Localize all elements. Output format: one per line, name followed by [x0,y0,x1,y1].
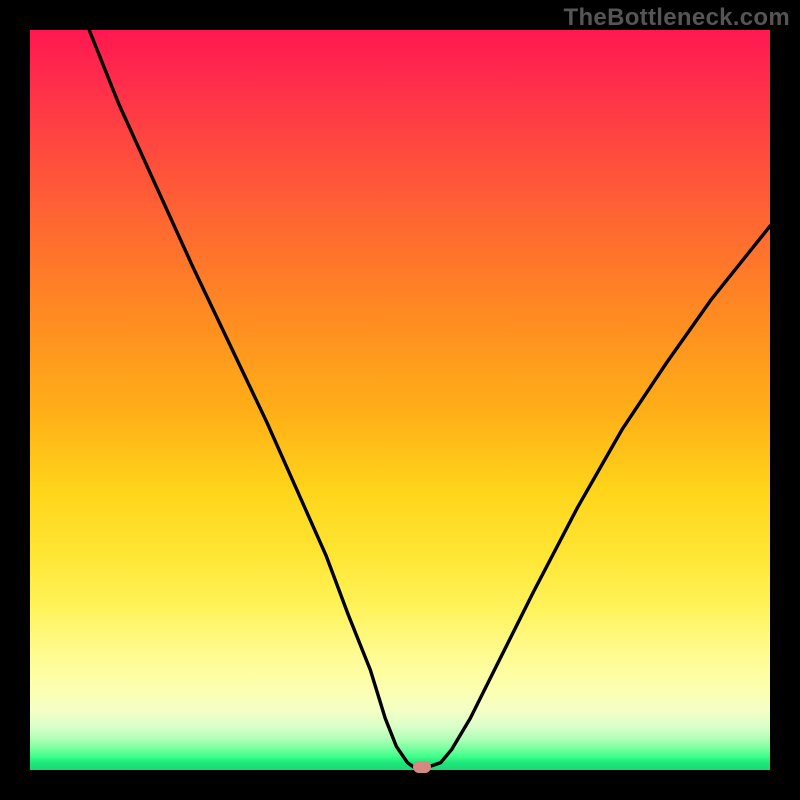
bottleneck-curve [89,30,770,768]
curve-svg [30,30,770,770]
plot-area [30,30,770,770]
chart-frame: TheBottleneck.com [0,0,800,800]
minimum-marker [413,761,431,773]
watermark-text: TheBottleneck.com [564,4,790,32]
